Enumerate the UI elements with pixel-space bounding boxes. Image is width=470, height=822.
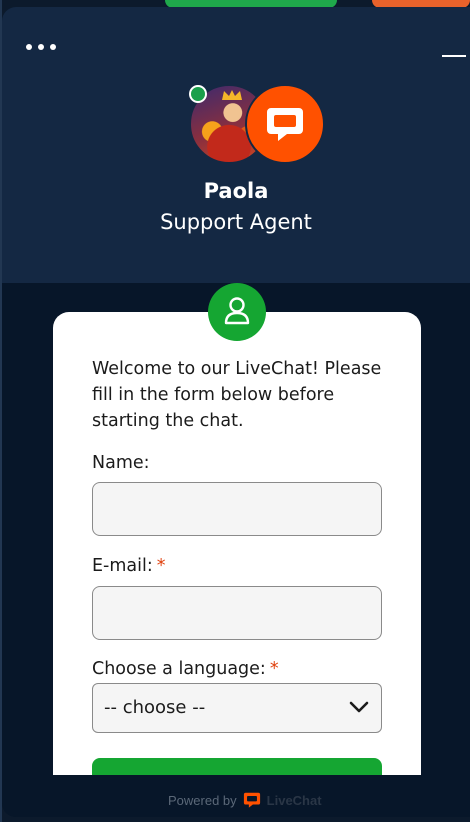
- brand-avatar: [245, 84, 325, 164]
- widget-footer: Powered by LiveChat: [2, 775, 470, 817]
- prechat-form: Welcome to our LiveChat! Please fill in …: [53, 312, 421, 792]
- language-label-text: Choose a language:: [92, 659, 266, 679]
- email-input[interactable]: [92, 586, 382, 640]
- livechat-logo-icon: [243, 792, 260, 808]
- online-status-indicator: [189, 85, 207, 103]
- user-icon: [224, 297, 250, 325]
- more-options-button[interactable]: [26, 41, 60, 55]
- email-label-text: E-mail:: [92, 556, 153, 576]
- chat-widget: Paola Support Agent Welcome to our LiveC…: [2, 7, 470, 817]
- agent-role: Support Agent: [160, 210, 312, 234]
- chevron-down-icon: [349, 701, 369, 713]
- more-dots-icon: [50, 44, 56, 50]
- user-badge: [208, 283, 266, 341]
- agent-name: Paola: [203, 179, 269, 203]
- powered-by-text: Powered by: [168, 792, 237, 808]
- chat-header: Paola Support Agent: [2, 7, 470, 283]
- crown-icon: [222, 90, 242, 100]
- name-input[interactable]: [92, 482, 382, 536]
- required-indicator: *: [156, 556, 166, 576]
- powered-by[interactable]: Powered by LiveChat: [168, 791, 322, 809]
- minimize-button[interactable]: [440, 43, 470, 63]
- minimize-icon: [442, 55, 466, 57]
- more-dots-icon: [26, 44, 32, 50]
- name-label-text: Name:: [92, 453, 150, 473]
- language-select[interactable]: -- choose --: [92, 683, 382, 733]
- more-dots-icon: [38, 44, 44, 50]
- welcome-message: Welcome to our LiveChat! Please fill in …: [92, 359, 382, 431]
- language-label: Choose a language: *: [92, 659, 279, 679]
- email-label: E-mail: *: [92, 556, 166, 576]
- livechat-logo-icon: [267, 108, 303, 141]
- powered-by-brand: LiveChat: [266, 792, 322, 808]
- name-label: Name:: [92, 453, 150, 473]
- required-indicator: *: [269, 659, 279, 679]
- language-select-value: -- choose --: [104, 697, 206, 718]
